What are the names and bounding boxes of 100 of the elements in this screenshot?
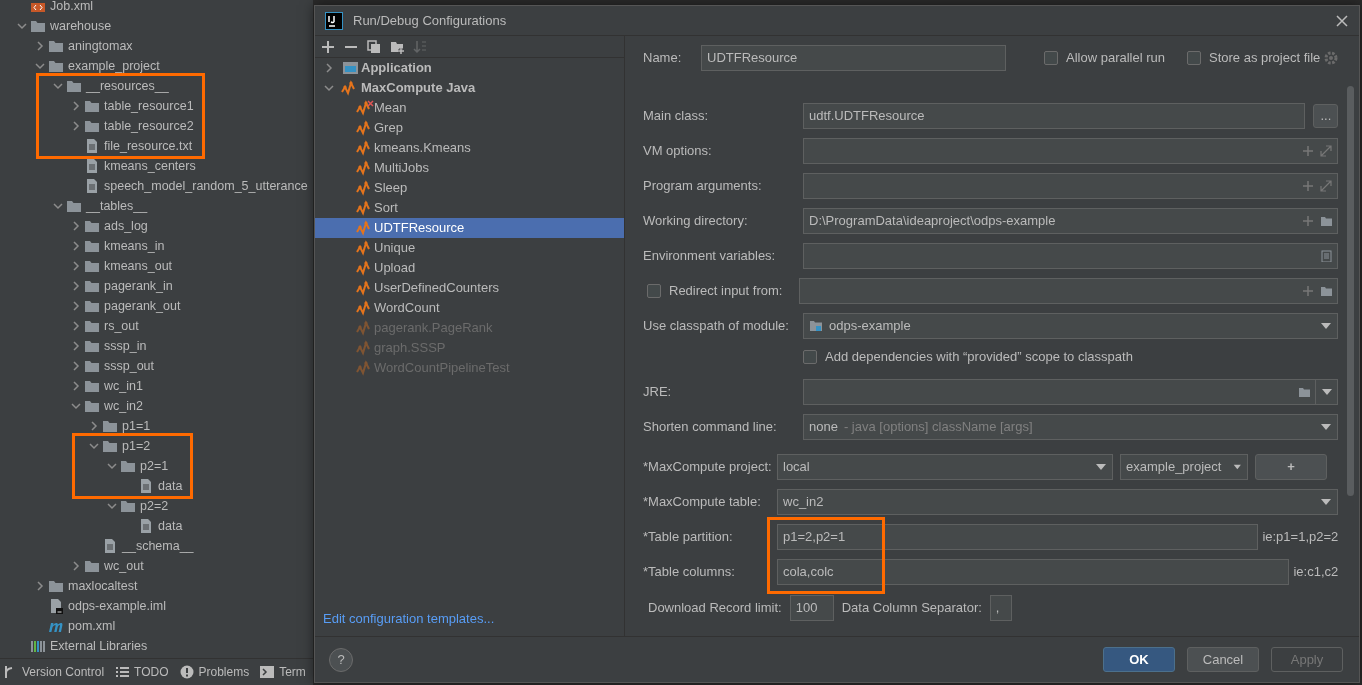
input-field[interactable]: 100: [789, 595, 834, 621]
config-item[interactable]: Grep: [315, 118, 624, 138]
tree-item[interactable]: pagerank_in: [104, 276, 173, 296]
tree-item[interactable]: data: [158, 516, 183, 536]
tree-item[interactable]: kmeans_out: [104, 256, 173, 276]
add-button[interactable]: +: [1255, 454, 1327, 480]
config-item[interactable]: Mean: [315, 98, 624, 118]
tree-item[interactable]: pagerank_out: [104, 296, 181, 316]
expand-icon[interactable]: [1320, 180, 1333, 192]
close-icon[interactable]: [1335, 13, 1349, 28]
checkbox-label: Redirect input from:: [669, 282, 783, 301]
tree-item[interactable]: kmeans_centers: [104, 156, 196, 176]
input-field[interactable]: cola,colc: [777, 559, 1290, 585]
tree-item[interactable]: file_resource.txt: [104, 136, 193, 156]
tool-window-tab[interactable]: TODO: [134, 663, 169, 681]
config-item[interactable]: UDTFResource: [315, 218, 624, 238]
document-icon[interactable]: [1320, 250, 1333, 262]
config-item[interactable]: WordCount: [315, 298, 624, 318]
tree-item[interactable]: kmeans_in: [104, 236, 165, 256]
tree-item[interactable]: wc_in1: [104, 376, 143, 396]
terminal-icon[interactable]: [259, 664, 276, 680]
input-field[interactable]: udtf.UDTFResource: [803, 103, 1306, 129]
ok-button[interactable]: OK: [1103, 647, 1175, 672]
config-item[interactable]: Sort: [315, 198, 624, 218]
tree-item[interactable]: p1=1: [122, 416, 151, 436]
dropdown-button[interactable]: [1316, 379, 1339, 405]
tree-item[interactable]: aningtomax: [68, 36, 133, 56]
tree-item[interactable]: p1=2: [122, 436, 151, 456]
tree-item[interactable]: example_project: [68, 56, 160, 76]
checkbox[interactable]: [1044, 51, 1058, 65]
input-field[interactable]: [803, 173, 1339, 199]
tree-item[interactable]: warehouse: [50, 16, 112, 36]
window-title: Run/Debug Configurations: [353, 11, 508, 30]
input-field[interactable]: ,: [989, 595, 1012, 621]
tree-item[interactable]: odps-example.iml: [68, 596, 166, 616]
help-button[interactable]: ?: [329, 647, 353, 672]
dialog-button[interactable]: Cancel: [1187, 647, 1259, 672]
dropdown-value: odps-example: [829, 317, 911, 336]
tree-item[interactable]: table_resource2: [104, 116, 194, 136]
file-icon: [84, 138, 100, 154]
input-field[interactable]: [803, 379, 1317, 405]
tree-item[interactable]: speech_model_random_5_utterance: [104, 176, 308, 196]
tree-item[interactable]: wc_in2: [104, 396, 143, 416]
tree-item[interactable]: sssp_out: [104, 356, 155, 376]
config-item[interactable]: Unique: [315, 238, 624, 258]
config-item[interactable]: UserDefinedCounters: [315, 278, 624, 298]
tree-item[interactable]: External Libraries: [50, 636, 148, 656]
checkbox[interactable]: [1187, 51, 1201, 65]
name-field[interactable]: UDTFResource: [701, 45, 1006, 71]
tree-item[interactable]: data: [158, 476, 183, 496]
config-item[interactable]: kmeans.Kmeans: [315, 138, 624, 158]
tool-window-tab[interactable]: Version Control: [22, 663, 105, 681]
scrollbar[interactable]: [1347, 86, 1355, 496]
tool-window-tab[interactable]: Term: [279, 663, 306, 681]
tree-item[interactable]: table_resource1: [104, 96, 194, 116]
config-group[interactable]: Application: [361, 58, 432, 78]
list-icon[interactable]: [114, 664, 131, 680]
checkbox[interactable]: [803, 350, 817, 364]
folder-icon[interactable]: [1320, 285, 1333, 297]
browse-button[interactable]: ...: [1313, 104, 1339, 128]
tree-item[interactable]: Job.xml: [50, 0, 94, 16]
tree-item[interactable]: rs_out: [104, 316, 139, 336]
warning-icon[interactable]: [178, 664, 195, 680]
input-field[interactable]: [803, 243, 1339, 269]
checkbox[interactable]: [647, 284, 661, 298]
tree-item[interactable]: __tables__: [86, 196, 148, 216]
tree-item[interactable]: __resources__: [86, 76, 169, 96]
config-group[interactable]: MaxCompute Java: [361, 78, 476, 98]
tree-item[interactable]: maxlocaltest: [68, 576, 138, 596]
folder-icon: [84, 238, 100, 254]
tree-item[interactable]: ads_log: [104, 216, 148, 236]
dropdown[interactable]: none - java [options] className [args]: [803, 414, 1339, 440]
input-field[interactable]: [799, 278, 1339, 304]
tree-item[interactable]: pom.xml: [68, 616, 116, 636]
dropdown[interactable]: wc_in2: [777, 489, 1339, 515]
config-item[interactable]: MultiJobs: [315, 158, 624, 178]
tree-item[interactable]: wc_out: [104, 556, 144, 576]
input-field[interactable]: D:\ProgramData\ideaproject\odps-example: [803, 208, 1339, 234]
tree-item[interactable]: sssp_in: [104, 336, 147, 356]
config-item[interactable]: Sleep: [315, 178, 624, 198]
invalid-config-icon: [356, 100, 374, 116]
input-field[interactable]: [803, 138, 1339, 164]
copy-icon[interactable]: [367, 39, 381, 54]
dropdown[interactable]: local: [777, 454, 1113, 480]
folder-icon[interactable]: [1320, 215, 1333, 227]
config-item[interactable]: Upload: [315, 258, 624, 278]
tree-item[interactable]: p2=2: [140, 496, 169, 516]
templates-link[interactable]: Edit configuration templates...: [323, 608, 624, 628]
expand-icon[interactable]: [1320, 145, 1333, 157]
folder-icon[interactable]: [1298, 386, 1311, 398]
tree-item[interactable]: __schema__: [122, 536, 194, 556]
add-icon[interactable]: [321, 39, 335, 54]
module-file-icon: [48, 598, 64, 614]
tool-window-tab[interactable]: Problems: [198, 663, 250, 681]
dropdown[interactable]: odps-example: [803, 313, 1339, 339]
tree-item[interactable]: p2=1: [140, 456, 169, 476]
dropdown[interactable]: example_project: [1120, 454, 1248, 480]
input-field[interactable]: p1=2,p2=1: [777, 524, 1259, 550]
folder-add-icon[interactable]: [390, 39, 404, 54]
settings-icon[interactable]: [1324, 51, 1339, 65]
